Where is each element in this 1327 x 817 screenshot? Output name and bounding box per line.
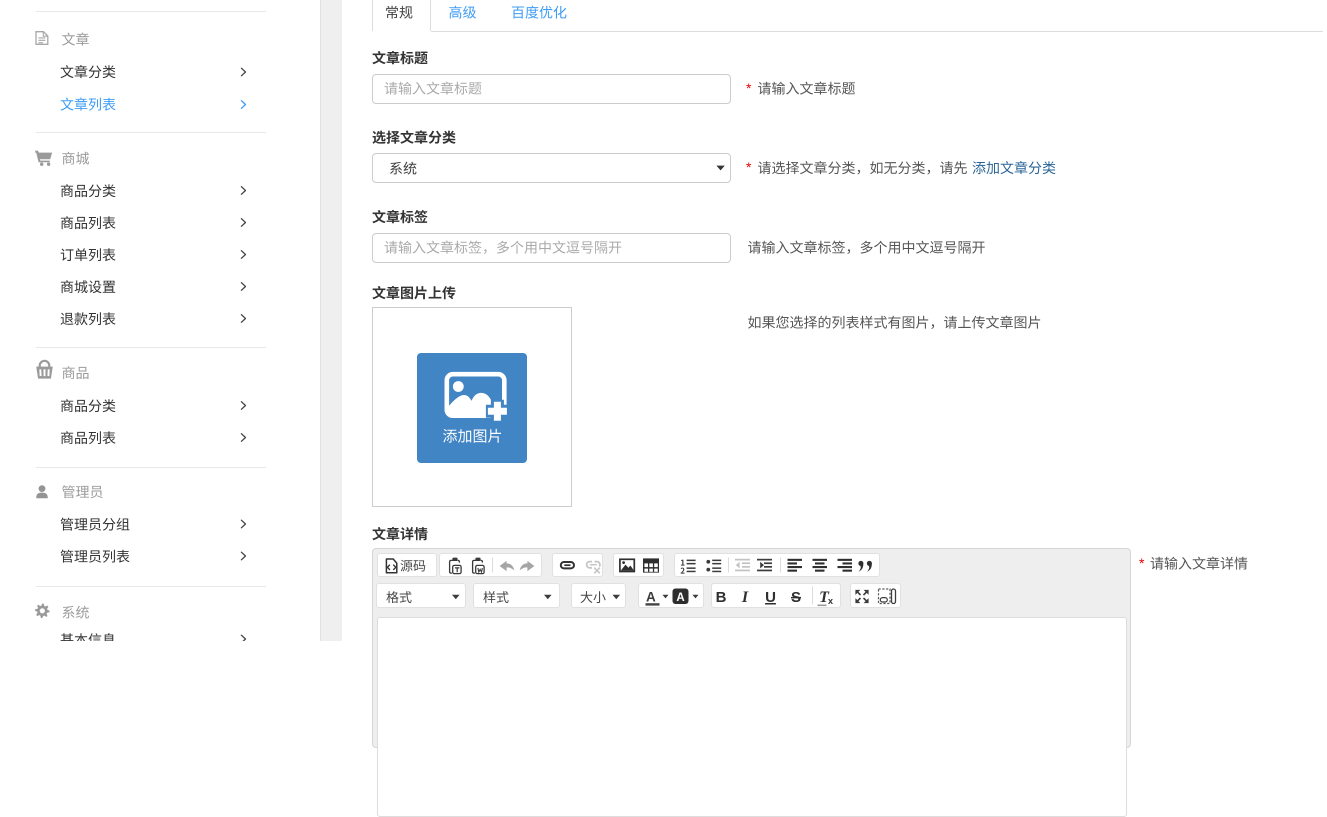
svg-text:A: A <box>646 590 656 605</box>
svg-text:I: I <box>741 589 749 606</box>
svg-text:U: U <box>765 589 776 606</box>
svg-text:x: x <box>828 596 833 606</box>
svg-text:B: B <box>716 589 727 606</box>
svg-text:A: A <box>676 592 684 604</box>
svg-text:S: S <box>791 589 801 606</box>
